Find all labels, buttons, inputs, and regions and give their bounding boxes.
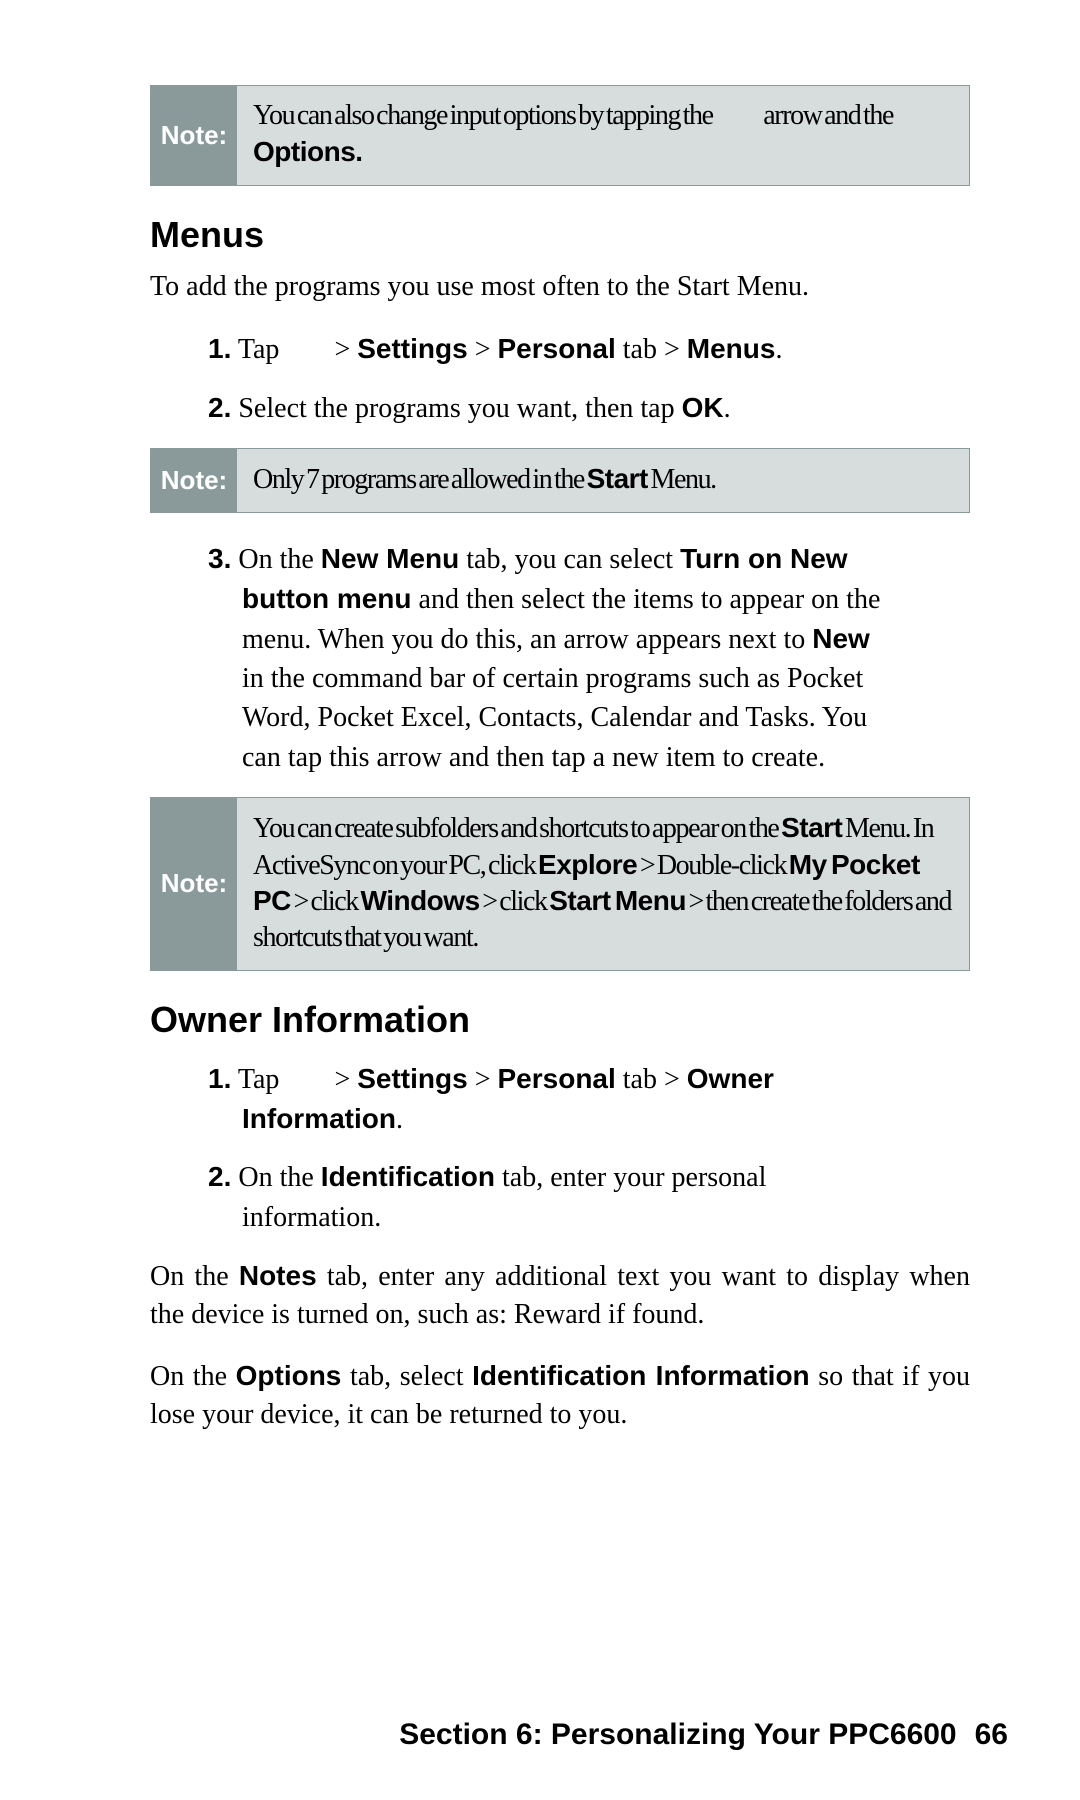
step-text: > [468,1064,498,1095]
list-item: 2. Select the programs you want, then ta… [208,388,882,428]
owner-steps: 1. Tap > Settings > Personal tab > Owner… [208,1059,970,1237]
note-bold: Explore [538,849,637,880]
step-text: . [396,1104,403,1135]
step-number: 3. [208,543,231,574]
step-text: > [327,1064,357,1095]
p-bold: Options [236,1360,342,1391]
step-text: . [775,334,782,365]
step-number: 1. [208,333,231,364]
footer-section: Section 6: Personalizing Your PPC6600 [399,1718,956,1751]
footer-page-number: 66 [975,1718,1008,1751]
step-bold: Personal [498,333,616,364]
note-bold: Start [587,463,648,494]
list-item: 2. On the Identification tab, enter your… [208,1157,882,1236]
menus-intro: To add the programs you use most often t… [150,268,970,306]
step-bold: Personal [498,1063,616,1094]
p-text: On the [150,1261,239,1292]
step-text: > [468,334,498,365]
step-bold: Menus [687,333,776,364]
step-number: 2. [208,1161,231,1192]
p-bold: Identification Information [472,1360,810,1391]
list-item: 1. Tap > Settings > Personal tab > Menus… [208,329,882,369]
owner-options-paragraph: On the Options tab, select Identificatio… [150,1357,970,1434]
note-body: You can create subfolders and shortcuts … [237,798,969,970]
heading-menus: Menus [150,214,970,256]
note-bold: Windows [361,885,480,916]
step-text: On the [238,544,320,575]
note-body: You can also change input options by tap… [237,86,969,185]
step-text: tab > [616,334,687,365]
step-text: On the [238,1162,320,1193]
heading-owner-information: Owner Information [150,999,970,1041]
step-text: in the command bar of certain programs s… [242,663,867,772]
note-label: Note: [151,86,237,185]
step-number: 1. [208,1063,231,1094]
list-item: 1. Tap > Settings > Personal tab > Owner… [208,1059,882,1139]
menus-steps-cont: 3. On the New Menu tab, you can select T… [208,539,970,777]
note-text: You can create subfolders and shortcuts … [253,813,781,844]
page: Note: You can also change input options … [0,0,1080,1800]
note-text: Only 7 programs are allowed in the [253,464,587,495]
step-text: > [327,334,357,365]
step-text: Select the programs you want, then tap [238,393,681,424]
step-bold: New [812,623,870,654]
note-seven-programs: Note: Only 7 programs are allowed in the… [150,448,970,513]
list-item: 3. On the New Menu tab, you can select T… [208,539,882,777]
step-bold: Settings [357,333,467,364]
step-text: tab > [616,1064,687,1095]
note-bold: Options. [253,136,363,167]
note-text: > Double-click [637,850,789,881]
step-text: . [724,393,731,424]
note-subfolders: Note: You can create subfolders and shor… [150,797,970,971]
step-text: Tap [238,1064,280,1095]
note-label: Note: [151,449,237,512]
step-bold: Identification [321,1161,495,1192]
note-text: > click [480,886,550,917]
step-text: Tap [238,334,280,365]
note-text: > click [291,886,361,917]
step-bold: Settings [357,1063,467,1094]
note-input-options: Note: You can also change input options … [150,85,970,186]
note-bold: Start [781,812,842,843]
p-bold: Notes [239,1260,317,1291]
step-text: tab, you can select [459,544,680,575]
note-text: You can also change input options by tap… [253,100,715,131]
p-text: tab, select [341,1361,472,1392]
note-text: arrow and the [763,100,893,131]
step-bold: New Menu [321,543,459,574]
p-text: On the [150,1361,236,1392]
owner-notes-paragraph: On the Notes tab, enter any additional t… [150,1257,970,1334]
note-label: Note: [151,798,237,970]
note-text: Menu. [648,464,716,495]
step-bold: OK [682,392,724,423]
menus-steps: 1. Tap > Settings > Personal tab > Menus… [208,329,970,427]
step-number: 2. [208,392,231,423]
note-bold: Start Menu [549,885,686,916]
note-body: Only 7 programs are allowed in the Start… [237,449,969,512]
page-footer: Section 6: Personalizing Your PPC6600 66 [0,1718,1080,1752]
